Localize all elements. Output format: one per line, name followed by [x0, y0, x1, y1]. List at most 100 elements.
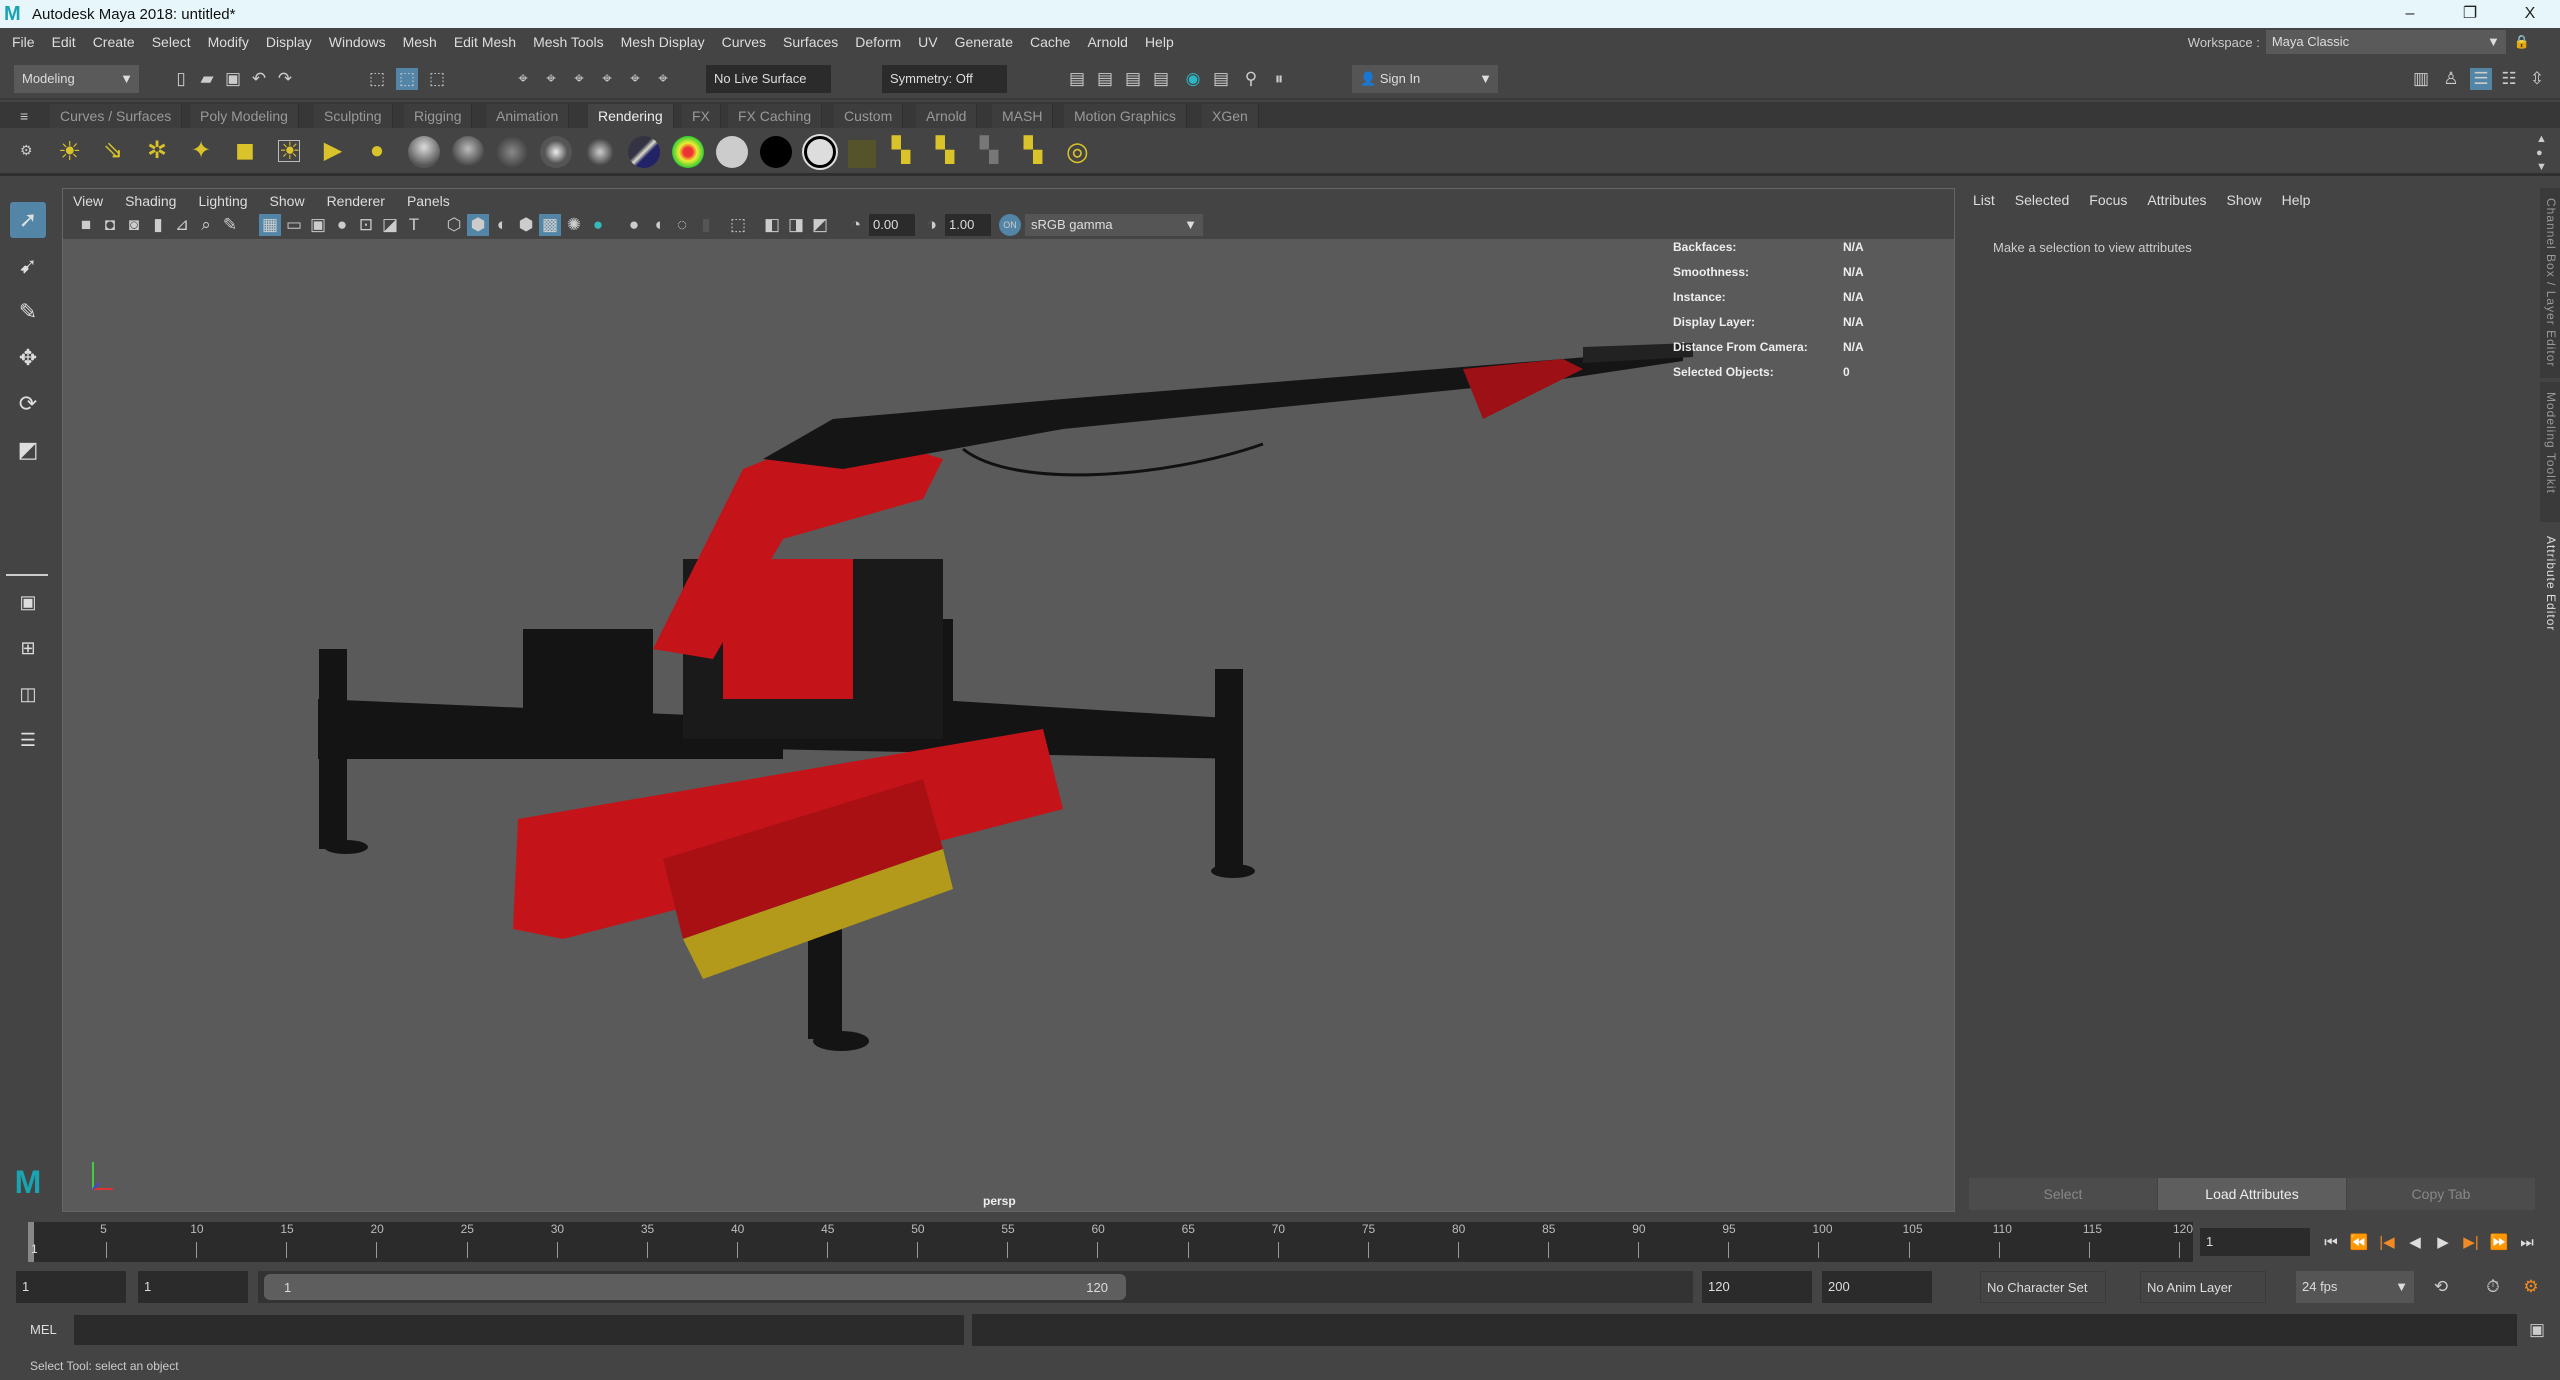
viewport-menu-view[interactable]: View [73, 193, 103, 209]
playback-start-field[interactable]: 1 [138, 1271, 248, 1303]
sign-in-button[interactable]: 👤 Sign In ▼ [1352, 65, 1498, 93]
character-set-dropdown[interactable]: No Character Set [1980, 1271, 2106, 1303]
shelf-tab-rigging[interactable]: Rigging [404, 104, 473, 128]
gate-mask-icon[interactable]: ● [331, 214, 353, 236]
render-layer-icon[interactable]: ▚ [890, 139, 912, 163]
shelf-tab-arnold[interactable]: Arnold [916, 104, 978, 128]
go-to-end-icon[interactable]: ⏭ [2516, 1232, 2538, 1254]
hypershade-icon[interactable]: ◉ [1182, 68, 1204, 90]
current-frame-field[interactable]: 1 [2200, 1228, 2310, 1256]
blinn-material-icon[interactable] [408, 136, 440, 168]
menu-deform[interactable]: Deform [855, 34, 901, 50]
viewport-menu-panels[interactable]: Panels [407, 193, 450, 209]
close-button[interactable]: X [2505, 0, 2555, 28]
smooth-shade-icon[interactable]: ⬢ [467, 214, 489, 236]
snap-grid-icon[interactable]: ⌖ [512, 68, 534, 90]
time-slider[interactable]: 1 5 10 15 20 25 30 35 40 45 50 55 60 65 70 75 80 85 90 95 1… [28, 1222, 2193, 1262]
safe-action-icon[interactable]: ◪ [379, 214, 401, 236]
menu-windows[interactable]: Windows [329, 34, 386, 50]
use-all-lights-icon[interactable]: ✺ [563, 214, 585, 236]
surface-shader-icon[interactable] [716, 136, 748, 168]
new-scene-icon[interactable]: ▯ [170, 68, 192, 90]
wireframe-on-shaded-icon[interactable]: ⬢ [515, 214, 537, 236]
script-language-label[interactable]: MEL [30, 1322, 57, 1337]
human-ik-icon[interactable]: ♙ [2440, 68, 2462, 90]
render-target-icon[interactable]: ◎ [1066, 138, 1089, 164]
viewport-menu-renderer[interactable]: Renderer [327, 193, 385, 209]
xray-joints-icon[interactable]: ◨ [785, 214, 807, 236]
wireframe-icon[interactable]: ⬡ [443, 214, 465, 236]
step-forward-key-icon[interactable]: ▶| [2460, 1232, 2482, 1254]
camera-attributes-icon[interactable]: ◙ [123, 214, 145, 236]
step-back-frame-icon[interactable]: ⏪ [2348, 1232, 2370, 1254]
xray-components-icon[interactable]: ◩ [809, 214, 831, 236]
script-editor-icon[interactable]: ▣ [2526, 1319, 2548, 1341]
select-tool-icon[interactable]: ➚ [10, 202, 46, 238]
grid-icon[interactable]: ▦ [259, 214, 281, 236]
tab-channel-box[interactable]: Channel Box / Layer Editor [2540, 188, 2560, 378]
tab-attribute-editor[interactable]: Attribute Editor [2540, 526, 2560, 656]
shelf-tab-sculpting[interactable]: Sculpting [314, 104, 393, 128]
shelf-tab-custom[interactable]: Custom [834, 104, 904, 128]
ramp-shader-icon[interactable] [628, 136, 660, 168]
menu-edit-mesh[interactable]: Edit Mesh [454, 34, 516, 50]
area-light-icon[interactable]: ◼ [234, 139, 256, 163]
menu-create[interactable]: Create [93, 34, 135, 50]
attr-menu-list[interactable]: List [1973, 192, 1995, 208]
heatmap-shader-icon[interactable] [672, 136, 704, 168]
ipr-render-icon[interactable]: ▤ [1122, 68, 1144, 90]
perspective-viewport[interactable]: Backfaces: N/A Smoothness: N/A Instance: N/A D… [63, 239, 1954, 1211]
shelf-menu-icon[interactable]: ≡ [20, 108, 28, 124]
camera-aim-icon[interactable]: ▶ [322, 139, 344, 163]
screen-space-ao-icon[interactable]: ● [623, 214, 645, 236]
select-hierarchy-icon[interactable]: ⬚ [366, 68, 388, 90]
menu-file[interactable]: File [12, 34, 35, 50]
play-backwards-icon[interactable]: ◀ [2404, 1232, 2426, 1254]
menu-set-dropdown[interactable]: Modeling ▼ [14, 65, 139, 93]
phong-material-icon[interactable] [540, 136, 572, 168]
render-view-icon[interactable]: ▤ [1066, 68, 1088, 90]
shelf-tab-rendering[interactable]: Rendering [588, 104, 674, 128]
menu-select[interactable]: Select [152, 34, 191, 50]
attr-menu-help[interactable]: Help [2282, 192, 2311, 208]
grease-pencil-icon[interactable]: ✎ [219, 214, 241, 236]
snap-surface-icon[interactable]: ⌖ [624, 68, 646, 90]
menu-uv[interactable]: UV [918, 34, 937, 50]
render-settings-icon[interactable]: ▤ [1150, 68, 1172, 90]
menu-curves[interactable]: Curves [722, 34, 766, 50]
animation-end-field[interactable]: 200 [1822, 1271, 1932, 1303]
viewport-menu-shading[interactable]: Shading [125, 193, 176, 209]
menu-mesh-display[interactable]: Mesh Display [621, 34, 705, 50]
attr-menu-attributes[interactable]: Attributes [2147, 192, 2206, 208]
remove-render-layer-icon[interactable]: ▚ [934, 139, 956, 163]
render-layer-disabled-icon[interactable]: ▚ [978, 139, 1000, 163]
shelf-scroll-icon[interactable]: ▲ ● ▼ [2536, 132, 2547, 174]
open-scene-icon[interactable]: ▰ [196, 68, 218, 90]
lasso-tool-icon[interactable]: ➹ [10, 248, 46, 284]
shadows-icon[interactable]: ● [587, 214, 609, 236]
menu-cache[interactable]: Cache [1030, 34, 1070, 50]
lock-icon[interactable]: 🔒 [2514, 34, 2530, 50]
copy-tab-button[interactable]: Copy Tab [2347, 1178, 2535, 1210]
color-management-toggle-icon[interactable]: ON [999, 214, 1021, 236]
select-object-icon[interactable]: ⬚ [396, 68, 418, 90]
minimize-button[interactable]: – [2385, 0, 2435, 28]
single-perspective-layout-icon[interactable]: ▣ [10, 584, 46, 620]
point-light-icon[interactable]: ✲ [146, 139, 168, 163]
restore-button[interactable]: ❐ [2445, 0, 2495, 28]
depth-of-field-icon[interactable]: ▮ [695, 214, 717, 236]
persp-outliner-layout-icon[interactable]: ◫ [10, 676, 46, 712]
directional-light-icon[interactable]: ⇘ [102, 139, 124, 163]
menu-surfaces[interactable]: Surfaces [783, 34, 838, 50]
ambient-light-icon[interactable]: ☀ [58, 138, 81, 164]
bookmark-icon[interactable]: ▮ [147, 214, 169, 236]
layered-shader-icon[interactable] [496, 136, 528, 168]
four-view-layout-icon[interactable]: ⊞ [10, 630, 46, 666]
shelf-tab-fx-caching[interactable]: FX Caching [728, 104, 823, 128]
gamma-field[interactable]: 1.00 [945, 214, 991, 236]
light-linking-icon[interactable]: ● [366, 139, 388, 163]
volume-light-icon[interactable]: ☀ [278, 140, 301, 164]
range-slider-handle[interactable]: 1 120 [264, 1274, 1126, 1300]
symmetry-dropdown[interactable]: Symmetry: Off [882, 65, 1007, 93]
exposure-icon[interactable]: ◔ [845, 214, 867, 236]
